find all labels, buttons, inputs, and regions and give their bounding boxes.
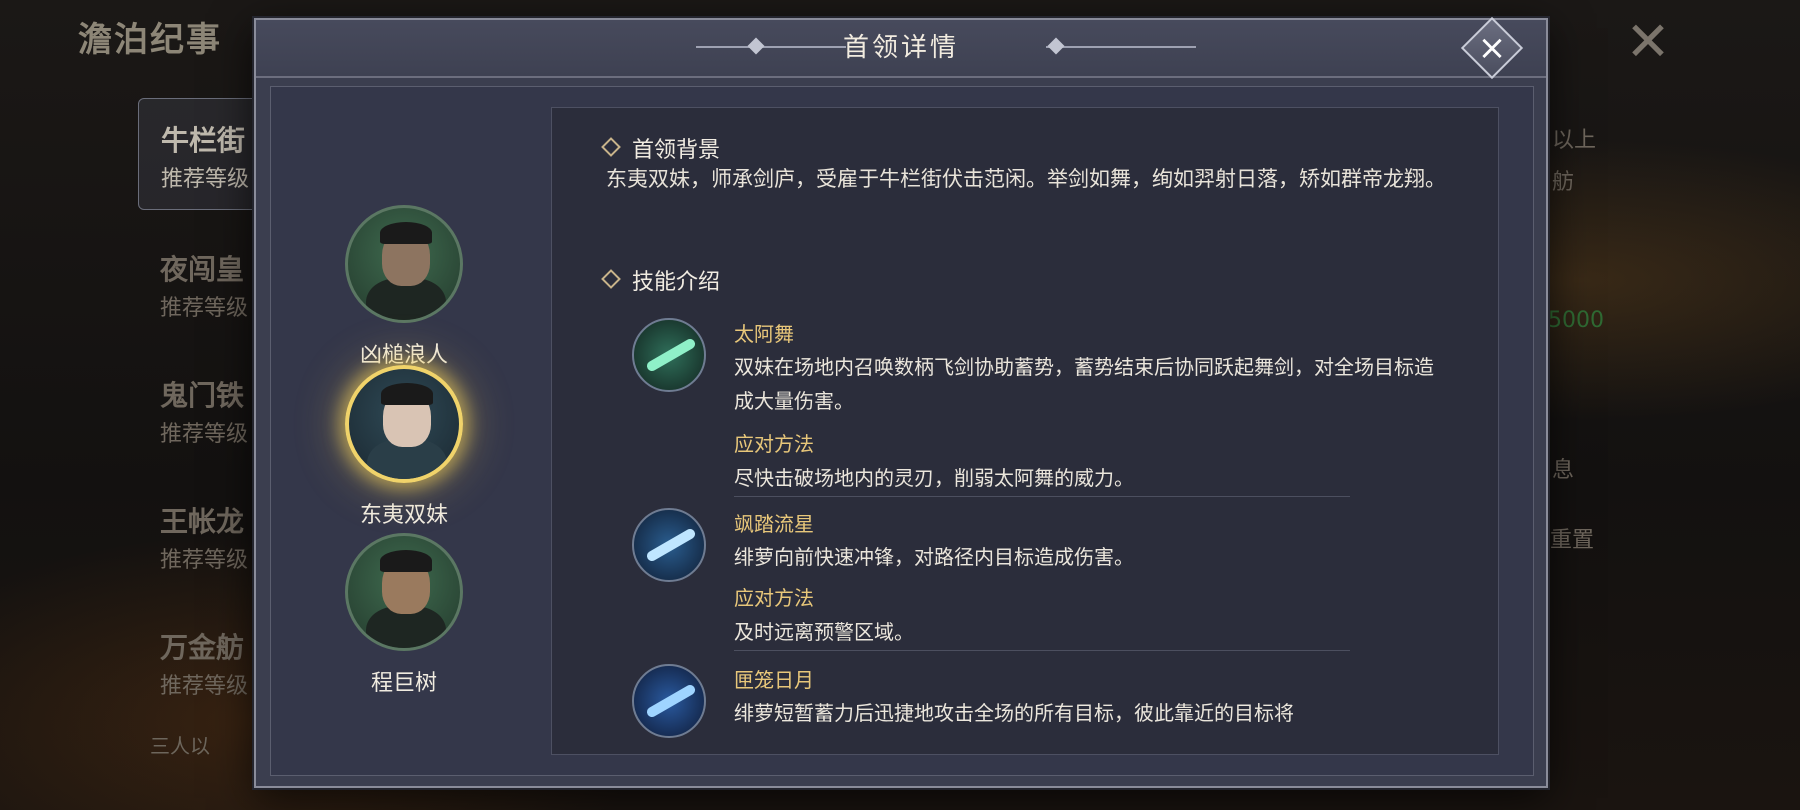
boss-name: 程巨树: [370, 671, 437, 696]
skill-name: 匣笼日月: [734, 668, 814, 692]
counter-text: 尽快击破场地内的灵刃，削弱太阿舞的威力。: [734, 466, 1134, 490]
modal-header: 首领详情 ×: [256, 16, 1546, 80]
modal-title: 首领详情: [842, 33, 959, 63]
counter-label: 应对方法: [734, 586, 814, 610]
dungeon-item[interactable]: 夜闯皇 推荐等级: [138, 228, 268, 338]
dungeon-level: 推荐等级: [160, 296, 249, 321]
dungeon-level: 推荐等级: [160, 674, 249, 699]
background-note: 三人以: [150, 734, 210, 758]
skill-description: 绯萝向前快速冲锋，对路径内目标造成伤害。: [734, 545, 1134, 569]
boss-avatar: [345, 205, 463, 323]
counter-label: 应对方法: [734, 432, 814, 456]
skill-name: 太阿舞: [734, 322, 794, 346]
background-text: 东夷双妹，师承剑庐，受雇于牛栏街伏击范闲。举剑如舞，绚如羿射日落，矫如群帝龙翔。: [606, 167, 1446, 191]
dungeon-level: 推荐等级: [160, 548, 249, 573]
dungeon-name: 牛栏街: [161, 124, 246, 157]
icon-stroke: [645, 683, 697, 719]
skill-description: 绯萝短暂蓄力后迅捷地攻击全场的所有目标，彼此靠近的目标将: [734, 701, 1294, 725]
skill-description: 双妹在场地内召唤数柄飞剑协助蓄势，蓄势结束后协同跃起舞剑，对全场目标造成大量伤害…: [734, 355, 1434, 413]
dungeon-item[interactable]: 王帐龙 推荐等级: [138, 480, 268, 590]
modal-body: 凶槌浪人 东夷双妹 程巨树 首领背景 东夷双妹，师承剑庐，受雇于牛栏街伏击范闲。: [270, 86, 1534, 776]
background-title: 澹泊纪事: [78, 20, 222, 60]
boss-option[interactable]: 程巨树: [329, 533, 479, 697]
diamond-bullet-icon: [601, 137, 621, 157]
boss-avatar: [345, 365, 463, 483]
dungeon-name: 鬼门铁: [160, 379, 245, 412]
dungeon-item[interactable]: 牛栏街 推荐等级: [138, 98, 270, 210]
background-close-icon[interactable]: ✕: [1618, 12, 1678, 72]
dungeon-level: 推荐等级: [161, 167, 250, 192]
counter-text: 及时远离预警区域。: [734, 620, 914, 644]
skills-heading-text: 技能介绍: [632, 270, 721, 295]
icon-stroke: [645, 337, 697, 373]
boss-option-selected[interactable]: 东夷双妹: [329, 365, 479, 529]
avatar-hair: [381, 383, 433, 405]
dungeon-name: 夜闯皇: [160, 253, 245, 286]
close-icon: ×: [1477, 28, 1507, 68]
background-right-text: 息: [1552, 458, 1575, 483]
dungeon-name: 王帐龙: [160, 505, 245, 538]
avatar-hair: [380, 550, 432, 572]
background-right-text: 5000: [1548, 308, 1604, 333]
skill-separator: [734, 496, 1350, 497]
icon-stroke: [645, 527, 697, 563]
background-right-text: 重置: [1550, 528, 1595, 553]
skills-heading: 技能介绍: [601, 264, 721, 296]
boss-option[interactable]: 凶槌浪人: [329, 205, 479, 369]
boss-detail-modal: 首领详情 × 凶槌浪人 东夷双妹 程巨树 首领背景 东夷双妹，师承剑庐，受雇于牛…: [254, 16, 1548, 788]
avatar-hair: [380, 222, 432, 244]
dungeon-level: 推荐等级: [160, 422, 249, 447]
diamond-bullet-icon: [601, 269, 621, 289]
dash-icon: [632, 508, 706, 582]
boss-info-panel[interactable]: 首领背景 东夷双妹，师承剑庐，受雇于牛栏街伏击范闲。举剑如舞，绚如羿射日落，矫如…: [551, 107, 1499, 755]
boss-avatar: [345, 533, 463, 651]
strike-icon: [632, 664, 706, 738]
sword-dance-icon: [632, 318, 706, 392]
background-heading-text: 首领背景: [632, 138, 721, 163]
dungeon-item[interactable]: 鬼门铁 推荐等级: [138, 354, 268, 464]
dungeon-item[interactable]: 万金舫 推荐等级: [138, 606, 268, 716]
boss-name: 东夷双妹: [359, 503, 448, 528]
background-right-text: 以上: [1552, 128, 1597, 153]
dungeon-name: 万金舫: [160, 631, 245, 664]
background-right-text: 舫: [1552, 170, 1575, 195]
skill-separator: [734, 650, 1350, 651]
background-heading: 首领背景: [601, 132, 721, 164]
skill-name: 飒踏流星: [734, 512, 814, 536]
